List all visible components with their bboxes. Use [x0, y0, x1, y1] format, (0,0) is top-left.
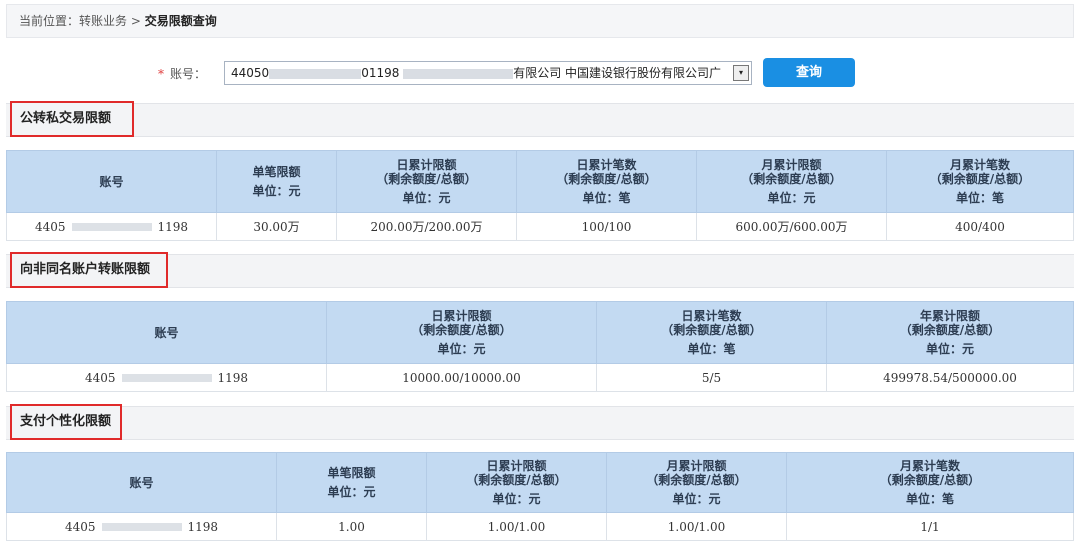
breadcrumb: 当前位置：转账业务 > 交易限额查询: [6, 4, 1074, 38]
limits-table-non-same-name: 账号 日累计限额 （剩余额度/总额） 单位：元 日累计笔数 （剩余额度/总额） …: [6, 301, 1074, 392]
daily-amount-cell: 1.00/1.00: [426, 512, 607, 541]
col-daily-count: 日累计笔数 （剩余额度/总额） 单位：笔: [516, 150, 697, 213]
breadcrumb-prefix: 当前位置：转账业务 >: [19, 14, 145, 28]
account-cell: 4405 1198: [6, 512, 277, 541]
chevron-down-icon[interactable]: ▾: [733, 65, 749, 81]
section-header-corp-to-personal: 公转私交易限额: [6, 101, 1074, 137]
col-single-limit: 单笔限额 单位：元: [216, 150, 337, 213]
col-single-limit: 单笔限额 单位：元: [276, 452, 427, 513]
section-title: 向非同名账户转账限额: [10, 252, 168, 288]
monthly-count-cell: 1/1: [786, 512, 1074, 541]
single-limit-cell: 30.00万: [216, 212, 337, 241]
daily-amount-cell: 10000.00/10000.00: [326, 363, 597, 392]
col-daily-amount: 日累计限额 （剩余额度/总额） 单位：元: [336, 150, 517, 213]
account-select[interactable]: 44050 01198 有限公司 中国建设银行股份有限公司广 ▾: [224, 61, 752, 85]
daily-count-cell: 5/5: [596, 363, 827, 392]
limits-table-payment-custom: 账号 单笔限额 单位：元 日累计限额 （剩余额度/总额） 单位：元 月累计限额 …: [6, 452, 1074, 541]
monthly-amount-cell: 1.00/1.00: [606, 512, 787, 541]
col-daily-count: 日累计笔数 （剩余额度/总额） 单位：笔: [596, 301, 827, 364]
col-monthly-amount: 月累计限额 （剩余额度/总额） 单位：元: [696, 150, 887, 213]
section-title: 公转私交易限额: [10, 101, 134, 137]
col-account: 账号: [6, 150, 217, 213]
col-account: 账号: [6, 452, 277, 513]
limits-table-corp-to-personal: 账号 单笔限额 单位：元 日累计限额 （剩余额度/总额） 单位：元 日累计笔数 …: [6, 150, 1074, 241]
account-label: * 账号：: [158, 67, 207, 81]
required-star-icon: *: [158, 67, 164, 81]
monthly-amount-cell: 600.00万/600.00万: [696, 212, 887, 241]
account-filter-row: * 账号： 44050 01198 有限公司 中国建设银行股份有限公司广 ▾ 查询: [0, 58, 1080, 88]
yearly-amount-cell: 499978.54/500000.00: [826, 363, 1074, 392]
breadcrumb-current: 交易限额查询: [144, 14, 217, 28]
account-cell: 4405 1198: [6, 363, 327, 392]
section-title: 支付个性化限额: [10, 404, 122, 440]
table-row: 4405 1198 10000.00/10000.00 5/5 499978.54…: [6, 363, 1074, 392]
col-monthly-count: 月累计笔数 （剩余额度/总额） 单位：笔: [886, 150, 1074, 213]
table-row: 4405 1198 1.00 1.00/1.00 1.00/1.00 1/1: [6, 512, 1074, 541]
col-account: 账号: [6, 301, 327, 364]
col-monthly-count: 月累计笔数 （剩余额度/总额） 单位：笔: [786, 452, 1074, 513]
col-daily-amount: 日累计限额 （剩余额度/总额） 单位：元: [326, 301, 597, 364]
account-cell: 4405 1198: [6, 212, 217, 241]
col-yearly-amount: 年累计限额 （剩余额度/总额） 单位：元: [826, 301, 1074, 364]
section-header-non-same-name: 向非同名账户转账限额: [6, 252, 1074, 288]
monthly-count-cell: 400/400: [886, 212, 1074, 241]
masked-digits: [269, 68, 362, 79]
col-daily-amount: 日累计限额 （剩余额度/总额） 单位：元: [426, 452, 607, 513]
col-monthly-amount: 月累计限额 （剩余额度/总额） 单位：元: [606, 452, 787, 513]
single-limit-cell: 1.00: [276, 512, 427, 541]
section-header-payment-custom: 支付个性化限额: [6, 404, 1074, 440]
table-row: 4405 1198 30.00万 200.00万/200.00万 100/100 …: [6, 212, 1074, 241]
masked-name: [403, 68, 514, 79]
daily-amount-cell: 200.00万/200.00万: [336, 212, 517, 241]
daily-count-cell: 100/100: [516, 212, 697, 241]
query-button[interactable]: 查询: [763, 58, 855, 87]
